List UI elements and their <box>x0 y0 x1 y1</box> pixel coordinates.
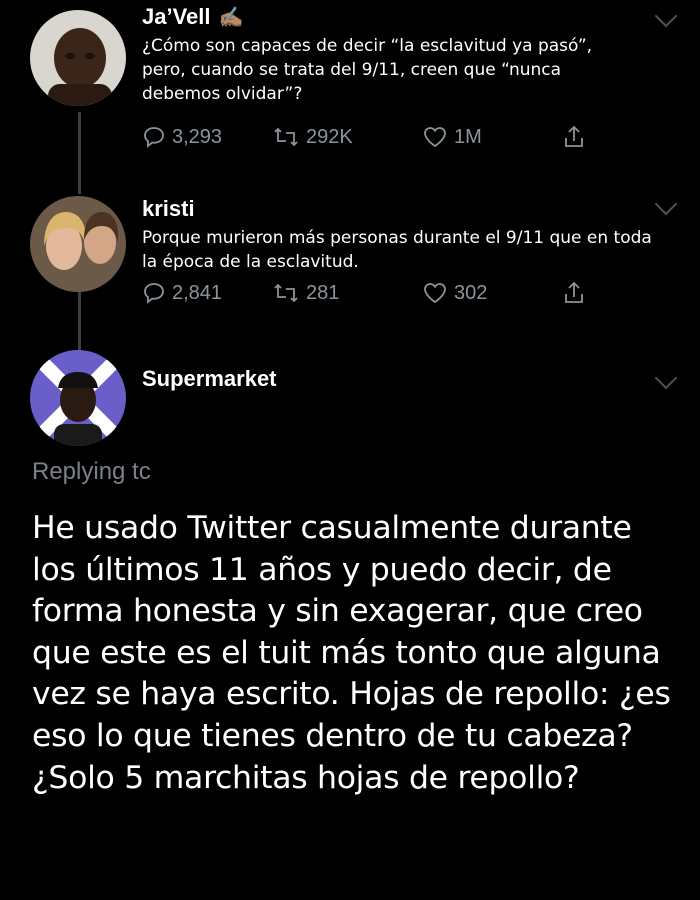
tweet-author[interactable]: kristi <box>142 196 680 222</box>
tweet-actions: 2,841 281 302 <box>142 280 586 306</box>
like-count: 1M <box>454 125 482 148</box>
tweet-text: ¿Cómo son capaces de decir “la esclavitu… <box>142 36 593 104</box>
reply-button[interactable]: 2,841 <box>142 281 272 305</box>
like-count: 302 <box>454 281 488 304</box>
retweet-icon <box>274 283 298 303</box>
author-name: Ja’Vell <box>142 4 211 29</box>
reply-button[interactable]: 3,293 <box>142 125 272 149</box>
tweet-kristi[interactable]: kristi Porque murieron más personas dura… <box>142 196 680 274</box>
share-icon <box>565 281 583 303</box>
tweet-author[interactable]: Ja’Vell ✍🏽 <box>142 4 680 30</box>
writing-hand-emoji-icon: ✍🏽 <box>218 6 244 29</box>
replying-to-label: Replying tc <box>32 458 151 485</box>
share-button[interactable] <box>562 280 586 306</box>
author-name: Supermarket <box>142 366 277 391</box>
share-icon <box>565 125 583 147</box>
reply-count: 2,841 <box>172 281 223 304</box>
like-button[interactable]: 1M <box>422 125 562 149</box>
share-button[interactable] <box>562 124 586 150</box>
like-button[interactable]: 302 <box>422 281 562 305</box>
avatar-kristi[interactable] <box>30 196 126 292</box>
tweet-javell[interactable]: Ja’Vell ✍🏽 ¿Cómo son capaces de decir “l… <box>142 4 680 106</box>
retweet-count: 292K <box>306 125 353 148</box>
tweet-actions: 3,293 292K 1M <box>142 124 586 150</box>
retweet-button[interactable]: 292K <box>272 125 422 149</box>
like-icon <box>424 283 446 304</box>
retweet-button[interactable]: 281 <box>272 281 422 305</box>
tweet-supermarket[interactable]: Supermarket <box>142 366 680 392</box>
reply-icon <box>144 283 164 304</box>
author-name: kristi <box>142 196 195 221</box>
thread-line-2 <box>78 292 81 352</box>
retweet-icon <box>274 127 298 147</box>
tweet-text: Porque murieron más personas durante el … <box>142 228 652 272</box>
reply-text: He usado Twitter casualmente durante los… <box>32 510 671 796</box>
reply-icon <box>144 127 164 148</box>
avatar-supermarket[interactable] <box>30 350 126 446</box>
reply-count: 3,293 <box>172 125 223 148</box>
thread-line-1 <box>78 112 81 194</box>
retweet-count: 281 <box>306 281 340 304</box>
tweet-author[interactable]: Supermarket <box>142 366 680 392</box>
like-icon <box>424 127 446 148</box>
avatar-javell[interactable] <box>30 10 126 106</box>
